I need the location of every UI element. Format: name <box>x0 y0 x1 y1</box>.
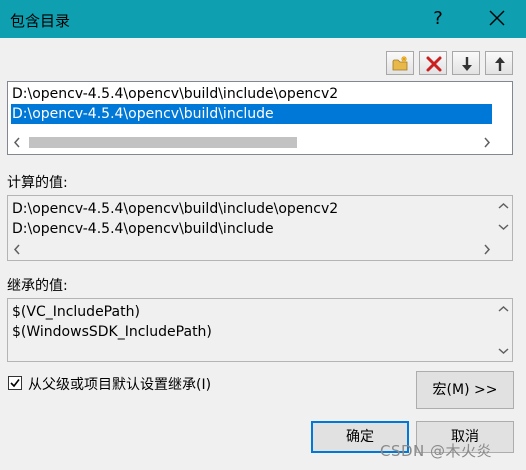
scroll-right-button[interactable] <box>478 241 495 258</box>
scroll-up-button[interactable] <box>495 301 512 318</box>
move-down-button[interactable] <box>452 51 480 75</box>
scroll-right-button[interactable] <box>478 134 495 151</box>
chevron-left-icon <box>13 137 20 148</box>
scroll-left-button[interactable] <box>9 134 26 151</box>
watermark: CSDN @木火炎 <box>380 442 493 460</box>
close-icon <box>489 10 505 26</box>
title-bar: 包含目录 ? <box>0 0 526 38</box>
checkmark-icon <box>10 379 20 388</box>
arrow-down-icon <box>462 57 472 71</box>
list-item: $(WindowsSDK_IncludePath) <box>12 324 212 340</box>
list-item: D:\opencv-4.5.4\opencv\build\include\ope… <box>12 201 339 217</box>
move-up-button[interactable] <box>485 51 513 75</box>
arrow-up-icon <box>495 57 505 71</box>
scroll-thumb[interactable] <box>29 137 297 148</box>
list-item: D:\opencv-4.5.4\opencv\build\include <box>12 221 274 237</box>
computed-values-list: D:\opencv-4.5.4\opencv\build\include\ope… <box>7 195 513 261</box>
folder-new-icon <box>392 56 408 71</box>
scroll-up-button[interactable] <box>495 198 512 215</box>
directory-list[interactable]: D:\opencv-4.5.4\opencv\build\include\ope… <box>7 81 513 155</box>
close-button[interactable] <box>484 4 510 32</box>
list-item[interactable]: D:\opencv-4.5.4\opencv\build\include\ope… <box>11 84 338 104</box>
scroll-down-button[interactable] <box>495 342 512 359</box>
inherit-checkbox-label[interactable]: 从父级或项目默认设置继承(I) <box>28 374 211 394</box>
chevron-down-icon <box>498 348 509 355</box>
list-item: $(VC_IncludePath) <box>12 304 140 320</box>
delete-button[interactable] <box>419 51 447 75</box>
chevron-up-icon <box>498 305 509 312</box>
window-title: 包含目录 <box>10 12 71 30</box>
chevron-right-icon <box>484 244 491 255</box>
inherit-checkbox[interactable] <box>8 376 22 390</box>
chevron-down-icon <box>498 224 509 231</box>
help-button[interactable]: ? <box>428 8 448 29</box>
chevron-up-icon <box>498 202 509 209</box>
horizontal-scrollbar[interactable] <box>9 241 511 258</box>
chevron-right-icon <box>484 137 491 148</box>
new-line-button[interactable] <box>386 51 414 75</box>
vertical-scrollbar[interactable] <box>495 198 512 238</box>
computed-values-label: 计算的值: <box>7 175 68 191</box>
macro-button[interactable]: 宏(M) >> <box>416 371 514 409</box>
list-item-selected[interactable]: D:\opencv-4.5.4\opencv\build\include <box>11 104 492 124</box>
scroll-left-button[interactable] <box>9 241 26 258</box>
horizontal-scrollbar[interactable] <box>9 134 511 151</box>
inherited-values-label: 继承的值: <box>7 278 68 294</box>
inherited-values-list: $(VC_IncludePath) $(WindowsSDK_IncludePa… <box>7 298 513 362</box>
delete-x-icon <box>426 56 442 72</box>
scroll-down-button[interactable] <box>495 218 512 235</box>
vertical-scrollbar[interactable] <box>495 301 512 359</box>
chevron-left-icon <box>13 244 20 255</box>
